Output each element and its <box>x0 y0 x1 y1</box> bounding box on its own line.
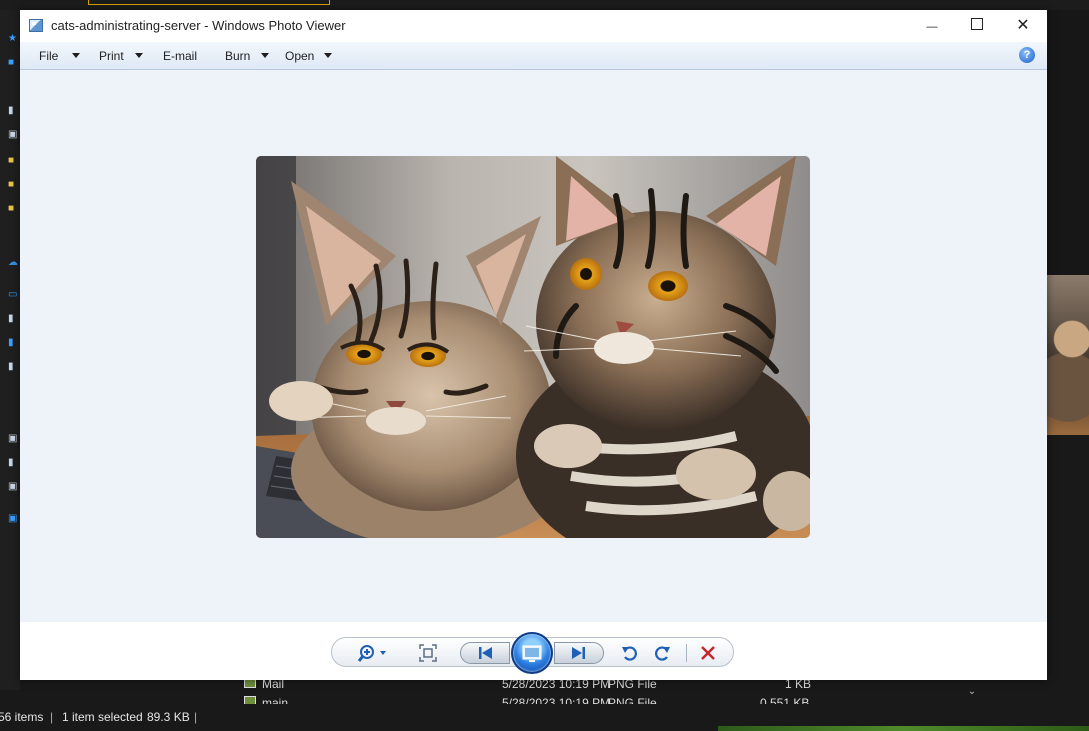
status-separator: | <box>194 710 198 724</box>
explorer-file-list: Mail 5/28/2023 10:19 PM PNG File 1 KB ma… <box>222 680 984 704</box>
slideshow-button[interactable] <box>511 632 553 674</box>
next-icon <box>572 647 585 659</box>
explorer-nav-pane: ★ ■ ▮ ▣ ■ ■ ■ ☁ ▭ ▮ ▮ ▮ ▣ ▮ ▣ ▣ <box>0 10 20 690</box>
help-icon[interactable]: ? <box>1019 47 1035 63</box>
file-date: 5/28/2023 10:19 PM <box>502 680 611 691</box>
toolbar-divider <box>686 644 687 662</box>
star-icon[interactable]: ★ <box>8 34 20 44</box>
playback-controls <box>331 632 734 674</box>
menu-file[interactable]: File <box>39 42 58 70</box>
this-pc-icon[interactable]: ▭ <box>8 290 20 300</box>
rotate-clockwise-icon <box>655 646 670 661</box>
drive-icon[interactable]: ▣ <box>8 434 20 444</box>
status-separator: | <box>50 710 54 724</box>
file-name: main <box>262 696 289 704</box>
menu-email[interactable]: E-mail <box>163 42 197 70</box>
chevron-down-icon[interactable] <box>261 53 269 58</box>
drive-icon[interactable]: ▮ <box>8 362 20 372</box>
selection-count: 1 item selected <box>62 710 143 724</box>
close-button[interactable]: ✕ <box>1000 10 1046 42</box>
delete-button[interactable] <box>698 643 718 663</box>
png-file-icon <box>244 696 256 704</box>
rotate-counterclockwise-icon <box>622 646 637 661</box>
minimize-icon: — <box>926 21 938 33</box>
actual-size-button[interactable] <box>418 643 438 663</box>
chevron-down-icon[interactable] <box>324 53 332 58</box>
zoom-button[interactable] <box>357 642 392 664</box>
folder-icon[interactable]: ■ <box>8 180 20 190</box>
minimize-button[interactable]: — <box>909 10 955 42</box>
file-name: Mail <box>262 680 285 691</box>
desktop-wallpaper-strip <box>718 726 1089 731</box>
explorer-preview-thumbnail <box>1047 275 1089 435</box>
network-icon[interactable]: ▣ <box>8 514 20 524</box>
zoom-icon <box>357 645 386 662</box>
explorer-address-bar <box>0 0 1089 10</box>
menu-print[interactable]: Print <box>99 42 124 70</box>
menu-open[interactable]: Open <box>285 42 314 70</box>
photo-viewer-window: cats-administrating-server - Windows Pho… <box>20 10 1047 680</box>
file-row[interactable]: Mail 5/28/2023 10:19 PM PNG File 1 KB <box>222 680 984 693</box>
previous-button[interactable] <box>460 642 510 664</box>
actual-size-icon <box>419 644 437 662</box>
bottom-toolbar <box>20 622 1047 680</box>
file-row[interactable]: main 5/28/2023 10:19 PM PNG File 0.551 K… <box>222 696 984 704</box>
slideshow-icon <box>522 645 542 662</box>
download-icon[interactable]: ■ <box>8 58 20 68</box>
photo-viewer-app-icon[interactable] <box>29 19 43 32</box>
file-size: 0.551 KB <box>760 696 810 704</box>
rotate-counterclockwise-button[interactable] <box>620 643 640 663</box>
file-size: 1 KB <box>785 680 812 691</box>
cat-photo <box>256 156 810 538</box>
folder-icon[interactable]: ■ <box>8 204 20 214</box>
folder-icon[interactable]: ■ <box>8 156 20 166</box>
picture-icon[interactable]: ▣ <box>8 130 20 140</box>
drive-icon[interactable]: ▣ <box>8 482 20 492</box>
delete-icon <box>701 646 715 660</box>
image-canvas[interactable] <box>20 70 1047 622</box>
file-type: PNG File <box>608 696 657 704</box>
next-button[interactable] <box>554 642 604 664</box>
file-date: 5/28/2023 10:19 PM <box>502 696 611 704</box>
window-title: cats-administrating-server - Windows Pho… <box>51 18 346 33</box>
menu-bar: File Print E-mail Burn Open ? <box>20 42 1047 70</box>
scroll-down-icon[interactable]: ⌄ <box>965 686 979 700</box>
rotate-clockwise-button[interactable] <box>652 643 672 663</box>
document-icon[interactable]: ▮ <box>8 106 20 116</box>
drive-icon[interactable]: ▮ <box>8 458 20 468</box>
drive-icon[interactable]: ▮ <box>8 338 20 348</box>
chevron-down-icon[interactable] <box>72 53 80 58</box>
file-type: PNG File <box>608 680 657 691</box>
selection-size: 89.3 KB <box>147 710 190 724</box>
item-count: 56 items <box>0 710 44 724</box>
cloud-icon[interactable]: ☁ <box>8 258 20 268</box>
menu-burn[interactable]: Burn <box>225 42 250 70</box>
close-icon: ✕ <box>1016 17 1030 34</box>
chevron-down-icon[interactable] <box>135 53 143 58</box>
maximize-button[interactable] <box>954 10 1000 42</box>
maximize-icon <box>971 18 983 31</box>
drive-icon[interactable]: ▮ <box>8 314 20 324</box>
title-bar[interactable]: cats-administrating-server - Windows Pho… <box>20 10 1047 42</box>
png-file-icon <box>244 680 256 688</box>
explorer-preview-strip <box>1047 10 1089 275</box>
previous-icon <box>479 647 492 659</box>
